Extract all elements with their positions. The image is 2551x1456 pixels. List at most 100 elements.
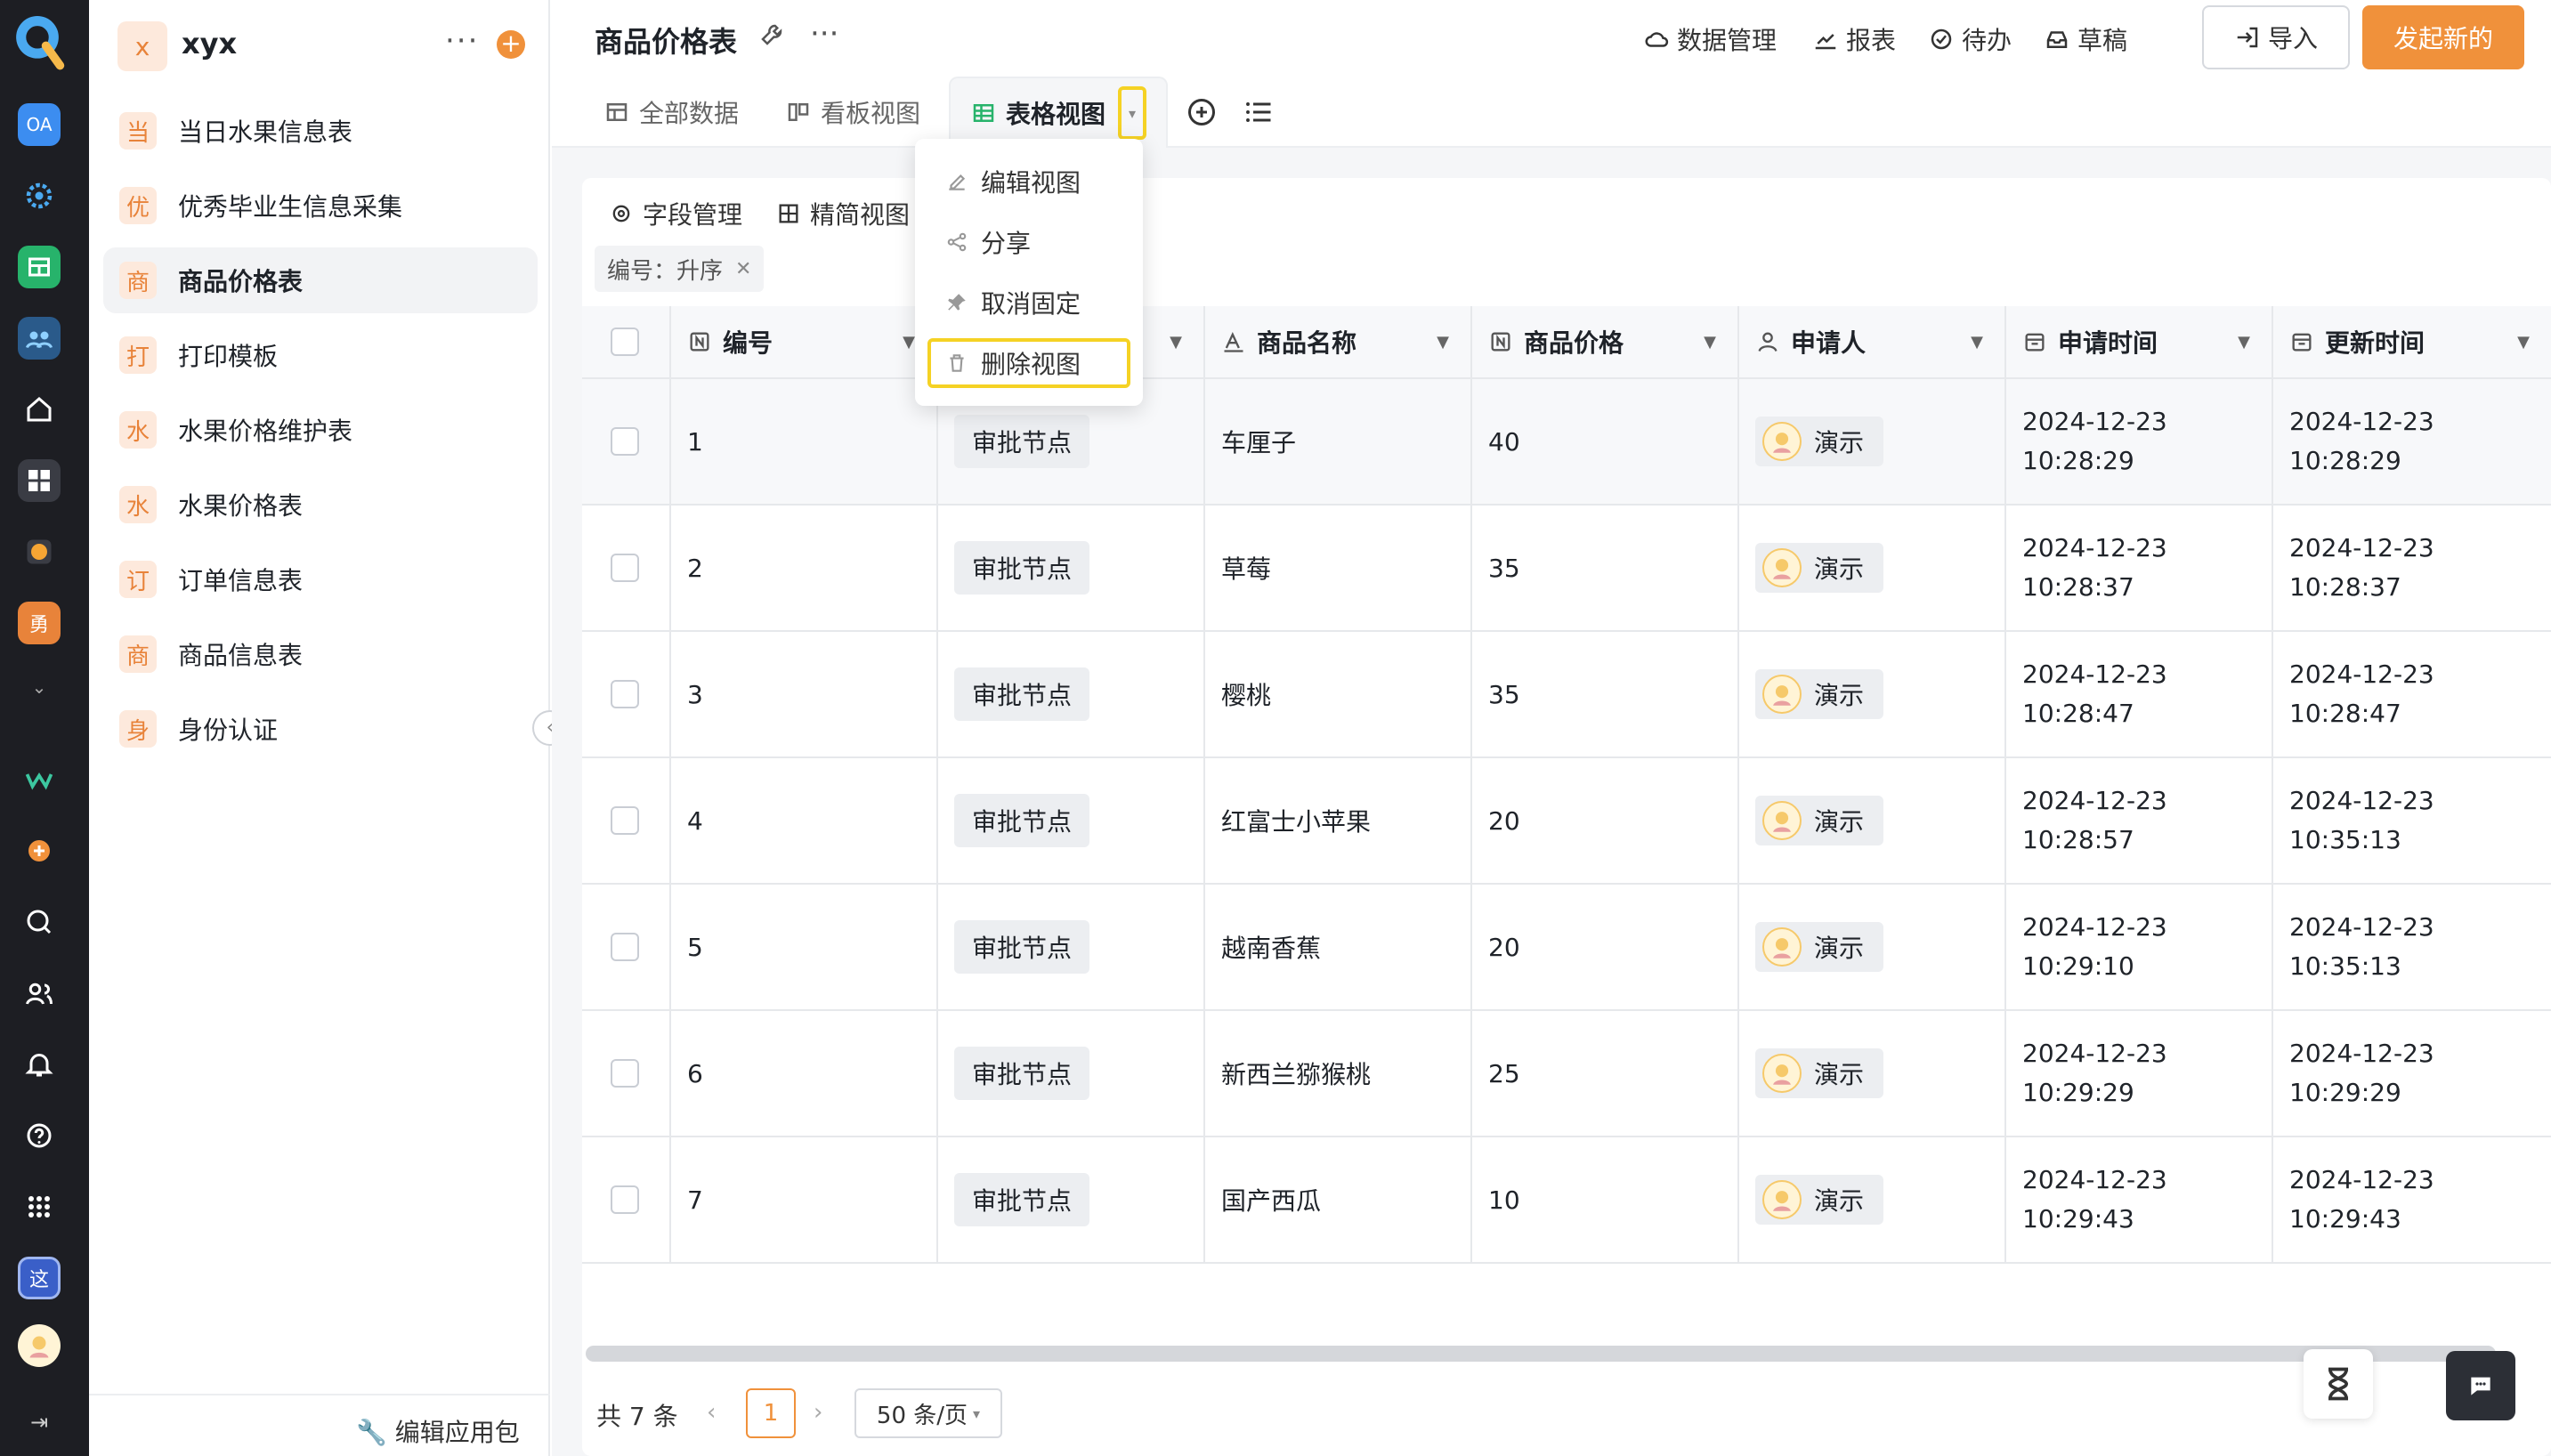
smile-icon[interactable] <box>18 530 61 573</box>
user-tag[interactable]: 演示 <box>1755 1175 1884 1225</box>
column-menu-icon[interactable]: ▼ <box>1704 333 1716 352</box>
add-circle-icon[interactable] <box>18 829 61 872</box>
contacts-icon[interactable] <box>18 972 61 1015</box>
row-checkbox[interactable] <box>611 680 639 708</box>
column-header-applicant[interactable]: 申请人 ▼ <box>1739 306 2006 377</box>
column-header-updated-time[interactable]: 更新时间 ▼ <box>2273 306 2551 377</box>
user-tag[interactable]: 演示 <box>1755 669 1884 719</box>
tab-caret-dropdown-icon[interactable]: ▾ <box>1118 86 1147 140</box>
table-row[interactable]: 1 审批节点 车厘子 40 演示 2024-12-23 10:28:29 2024-12-2… <box>582 379 2551 506</box>
more-icon[interactable]: ··· <box>810 16 838 52</box>
menu-item-unpin[interactable]: 取消固定 <box>927 278 1130 328</box>
user-avatar-icon[interactable] <box>18 1324 61 1367</box>
row-checkbox[interactable] <box>611 427 639 456</box>
prev-page-icon[interactable]: ‹ <box>707 1399 716 1426</box>
this-icon[interactable]: 这 <box>18 1257 61 1299</box>
sidebar-item[interactable]: 水水果价格表 <box>103 472 538 538</box>
wave-icon[interactable] <box>18 758 61 801</box>
data-manage-button[interactable]: 数据管理 <box>1643 21 1777 57</box>
table-row[interactable]: 3 审批节点 樱桃 35 演示 2024-12-23 10:28:47 2024-12-23… <box>582 632 2551 758</box>
oa-icon[interactable]: OA <box>18 103 61 146</box>
column-header-applied-time[interactable]: 申请时间 ▼ <box>2006 306 2273 377</box>
hourglass-icon[interactable] <box>2304 1349 2373 1419</box>
cell-text: 4 <box>687 805 703 836</box>
user-tag[interactable]: 演示 <box>1755 417 1884 466</box>
next-page-icon[interactable]: › <box>814 1399 822 1426</box>
select-all-checkbox[interactable] <box>611 328 639 356</box>
brave-icon[interactable]: 勇 <box>18 602 61 644</box>
row-checkbox[interactable] <box>611 554 639 582</box>
horizontal-scrollbar[interactable] <box>586 1346 2496 1362</box>
add-view-button[interactable] <box>1186 77 1218 148</box>
user-tag[interactable]: 演示 <box>1755 543 1884 593</box>
menu-item-edit-view[interactable]: 编辑视图 <box>927 157 1130 206</box>
sidebar-item[interactable]: 打打印模板 <box>103 322 538 388</box>
sidebar-item-active[interactable]: 商商品价格表 <box>103 247 538 313</box>
column-menu-icon[interactable]: ▼ <box>903 333 915 352</box>
user-tag[interactable]: 演示 <box>1755 796 1884 845</box>
user-tag[interactable]: 演示 <box>1755 1048 1884 1098</box>
column-menu-icon[interactable]: ▼ <box>1437 333 1449 352</box>
tab-table-view[interactable]: 表格视图 ▾ <box>949 77 1169 148</box>
user-tag[interactable]: 演示 <box>1755 922 1884 972</box>
table-row[interactable]: 4 审批节点 红富士小苹果 20 演示 2024-12-23 10:28:57 2024-1… <box>582 758 2551 885</box>
sheet-icon[interactable] <box>18 246 61 288</box>
add-icon[interactable]: + <box>497 30 525 59</box>
table-row[interactable]: 2 审批节点 草莓 35 演示 2024-12-23 10:28:37 2024-12-23… <box>582 506 2551 632</box>
sidebar-item[interactable]: 水水果价格维护表 <box>103 397 538 463</box>
close-icon[interactable]: ✕ <box>735 258 751 280</box>
row-checkbox[interactable] <box>611 1059 639 1088</box>
sidebar-item[interactable]: 商商品信息表 <box>103 621 538 687</box>
row-checkbox[interactable] <box>611 1185 639 1214</box>
current-page-button[interactable]: 1 <box>746 1388 796 1438</box>
chevron-down-icon[interactable]: ⌄ <box>18 666 61 708</box>
launcher-icon[interactable] <box>18 1185 61 1228</box>
tab-kanban[interactable]: 看板视图 <box>785 77 920 148</box>
column-menu-icon[interactable]: ▼ <box>1971 333 1983 352</box>
table-row[interactable]: 7 审批节点 国产西瓜 10 演示 2024-12-23 10:29:43 2024-12-… <box>582 1137 2551 1264</box>
column-menu-icon[interactable]: ▼ <box>1170 333 1182 352</box>
column-header-price[interactable]: 商品价格 ▼ <box>1472 306 1739 377</box>
home-icon[interactable] <box>18 388 61 431</box>
row-checkbox[interactable] <box>611 806 639 835</box>
report-button[interactable]: 报表 <box>1812 21 1896 57</box>
column-menu-icon[interactable]: ▼ <box>2238 333 2250 352</box>
app-avatar[interactable]: x <box>117 21 167 71</box>
compact-view-button[interactable]: 精简视图 <box>776 196 910 231</box>
tab-all-data[interactable]: 全部数据 <box>603 77 739 148</box>
column-header-id[interactable]: 编号 ▼ <box>671 306 938 377</box>
sidebar-item[interactable]: 优优秀毕业生信息采集 <box>103 173 538 239</box>
sidebar-item[interactable]: 身身份认证 <box>103 696 538 762</box>
bell-icon[interactable] <box>18 1043 61 1086</box>
view-list-button[interactable] <box>1243 77 1275 148</box>
team-icon[interactable] <box>18 317 61 360</box>
cell-applicant: 演示 <box>1739 885 2006 1009</box>
settings-gear-icon[interactable] <box>18 174 61 217</box>
expand-icon[interactable]: ⇥ <box>18 1404 61 1440</box>
column-menu-icon[interactable]: ▼ <box>2517 333 2530 352</box>
launch-new-button[interactable]: 发起新的 <box>2362 5 2524 69</box>
edit-package-button[interactable]: 🔧 编辑应用包 <box>356 1413 520 1449</box>
todo-button[interactable]: 待办 <box>1928 21 2012 57</box>
table-row[interactable]: 5 审批节点 越南香蕉 20 演示 2024-12-23 10:29:10 2024-12-… <box>582 885 2551 1011</box>
menu-item-share[interactable]: 分享 <box>927 217 1130 267</box>
chat-icon[interactable] <box>2446 1351 2515 1420</box>
sort-chip[interactable]: 编号：升序 ✕ <box>595 246 765 292</box>
more-icon[interactable]: ··· <box>445 23 479 59</box>
apps-grid-icon[interactable] <box>18 459 61 502</box>
row-checkbox[interactable] <box>611 933 639 961</box>
column-header-name[interactable]: 商品名称 ▼ <box>1205 306 1472 377</box>
wrench-icon[interactable] <box>758 21 785 55</box>
sidebar-item[interactable]: 订订单信息表 <box>103 546 538 612</box>
import-icon <box>2237 27 2258 48</box>
menu-item-delete-view[interactable]: 删除视图 <box>927 338 1130 388</box>
field-manage-button[interactable]: 字段管理 <box>609 196 742 231</box>
draft-button[interactable]: 草稿 <box>2044 21 2127 57</box>
page-size-select[interactable]: 50 条/页 ▾ <box>854 1388 1002 1438</box>
import-button[interactable]: 导入 <box>2202 5 2350 69</box>
help-icon[interactable] <box>18 1114 61 1157</box>
logo-icon[interactable] <box>9 9 66 71</box>
sidebar-item[interactable]: 当当日水果信息表 <box>103 98 538 164</box>
table-row[interactable]: 6 审批节点 新西兰猕猴桃 25 演示 2024-12-23 10:29:29 2024-1… <box>582 1011 2551 1137</box>
search-icon[interactable] <box>18 901 61 943</box>
